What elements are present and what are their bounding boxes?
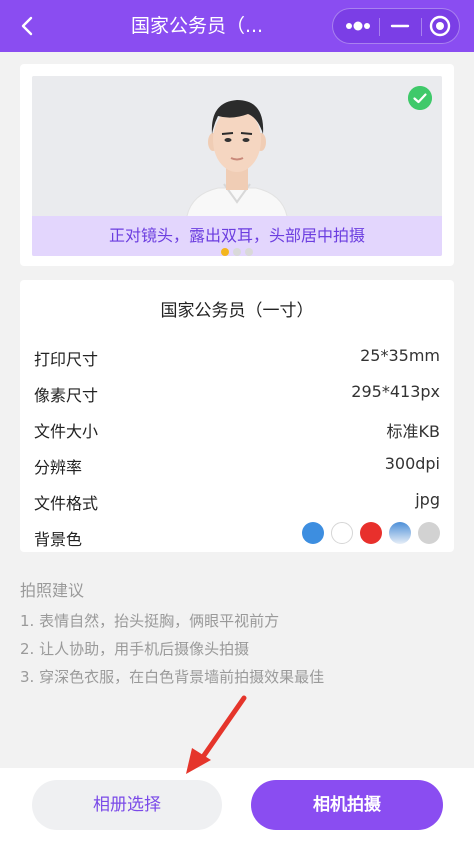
spec-row: 文件格式 jpg: [34, 490, 440, 514]
tip-item: 3. 穿深色衣服，在白色背景墙前拍摄效果最佳: [20, 668, 325, 686]
swatch-red[interactable]: [360, 522, 382, 544]
page-title: 国家公务员（...: [130, 15, 264, 37]
spec-row-background: 背景色: [34, 522, 440, 550]
background-color-options: [295, 522, 440, 546]
example-photo-carousel[interactable]: 正对镜头，露出双耳，头部居中拍摄: [20, 64, 454, 266]
spec-label: 文件大小: [34, 422, 99, 441]
swatch-gray[interactable]: [418, 522, 440, 544]
example-portrait-image: 正对镜头，露出双耳，头部居中拍摄: [32, 76, 442, 256]
tip-item: 2. 让人协助，用手机后摄像头拍摄: [20, 640, 250, 658]
check-icon: [408, 86, 432, 110]
tips-title: 拍照建议: [20, 581, 85, 600]
target-circle-icon[interactable]: [421, 9, 463, 43]
bottom-action-bar: 相册选择 相机拍摄: [0, 768, 474, 842]
tip-item: 1. 表情自然，抬头挺胸，俩眼平视前方: [20, 612, 280, 630]
minimize-icon[interactable]: [379, 9, 421, 43]
spec-label: 分辨率: [34, 458, 83, 477]
spec-label: 文件格式: [34, 494, 99, 513]
spec-value: jpg: [415, 490, 440, 509]
carousel-dot[interactable]: [221, 248, 229, 256]
spec-value: 300dpi: [384, 454, 440, 473]
photo-spec-card: 国家公务员（一寸） 打印尺寸 25*35mm 像素尺寸 295*413px 文件…: [20, 280, 454, 552]
carousel-dot[interactable]: [245, 248, 253, 256]
swatch-gradient-blue[interactable]: [389, 522, 411, 544]
spec-label: 像素尺寸: [34, 386, 99, 405]
spec-label: 打印尺寸: [34, 350, 99, 369]
camera-shoot-button[interactable]: 相机拍摄: [251, 780, 443, 830]
album-select-button[interactable]: 相册选择: [32, 780, 222, 830]
carousel-indicator: [0, 241, 474, 256]
carousel-dot[interactable]: [233, 248, 241, 256]
spec-row: 分辨率 300dpi: [34, 454, 440, 478]
spec-row: 像素尺寸 295*413px: [34, 382, 440, 406]
spec-row: 打印尺寸 25*35mm: [34, 346, 440, 370]
more-dots-icon[interactable]: [337, 9, 379, 43]
spec-title: 国家公务员（一寸）: [160, 301, 314, 321]
spec-label: 背景色: [34, 530, 83, 549]
spec-value: 标准KB: [386, 422, 440, 441]
swatch-blue[interactable]: [302, 522, 324, 544]
chevron-left-icon[interactable]: [14, 12, 42, 40]
mini-program-capsule: [332, 8, 460, 44]
nav-bar: 国家公务员（...: [0, 0, 474, 52]
spec-value: 295*413px: [351, 382, 440, 401]
spec-row: 文件大小 标准KB: [34, 418, 440, 442]
swatch-white[interactable]: [331, 522, 353, 544]
spec-value: 25*35mm: [360, 346, 440, 365]
